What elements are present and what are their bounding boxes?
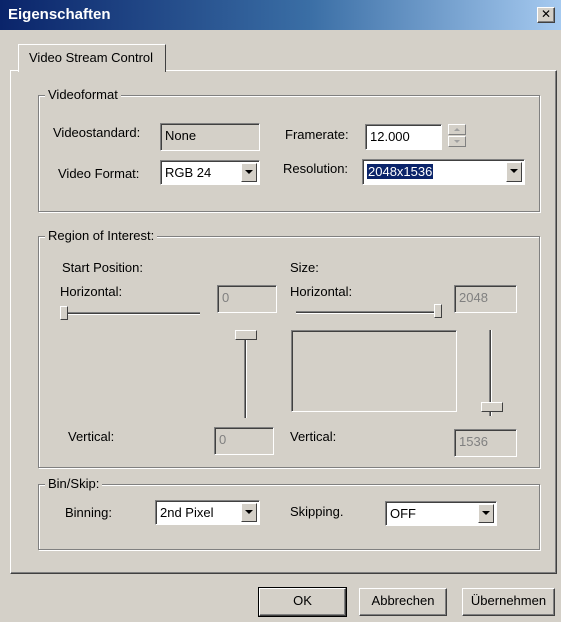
start-vertical-field: 0: [214, 427, 274, 455]
chevron-down-icon[interactable]: [506, 162, 522, 182]
ok-button[interactable]: OK: [258, 587, 347, 617]
size-vertical-field: 1536: [454, 429, 517, 457]
framerate-up-icon[interactable]: [448, 124, 466, 135]
chevron-down-icon[interactable]: [241, 163, 257, 182]
roi-legend: Region of Interest:: [45, 228, 158, 243]
resolution-select[interactable]: 2048x1536: [362, 159, 525, 185]
start-horizontal-field: 0: [217, 285, 277, 313]
size-horizontal-slider-track[interactable]: [296, 311, 438, 314]
start-vertical-label: Vertical:: [68, 429, 115, 444]
videoformat-group: [38, 95, 540, 212]
chevron-down-icon[interactable]: [478, 504, 494, 523]
close-button[interactable]: ✕: [537, 7, 555, 23]
binning-select[interactable]: 2nd Pixel: [155, 500, 260, 525]
framerate-down-icon[interactable]: [448, 136, 466, 147]
skipping-select[interactable]: OFF: [385, 501, 497, 526]
videostandard-label: Videostandard:: [53, 125, 141, 140]
size-label: Size:: [290, 260, 319, 275]
binning-label: Binning:: [65, 505, 112, 520]
videoformat-label: Video Format:: [58, 166, 140, 181]
video-format-select[interactable]: RGB 24: [160, 160, 260, 185]
roi-preview-box: [291, 330, 457, 412]
close-icon: ✕: [540, 7, 552, 21]
size-horizontal-field: 2048: [454, 285, 517, 313]
start-position-label: Start Position:: [62, 260, 143, 275]
start-horizontal-slider-track[interactable]: [60, 312, 200, 315]
window-title: Eigenschaften: [8, 6, 111, 23]
start-horizontal-slider-thumb[interactable]: [60, 306, 68, 320]
apply-button[interactable]: Übernehmen: [462, 588, 555, 616]
size-vertical-slider-thumb[interactable]: [481, 402, 503, 412]
chevron-down-icon[interactable]: [241, 503, 257, 522]
binskip-legend: Bin/Skip:: [45, 476, 103, 491]
start-vertical-slider-track[interactable]: [244, 338, 247, 418]
videostandard-field: None: [160, 123, 260, 151]
start-vertical-slider-thumb[interactable]: [235, 330, 257, 340]
size-vertical-label: Vertical:: [290, 429, 337, 444]
size-horizontal-label: Horizontal:: [290, 284, 353, 299]
resolution-label: Resolution:: [283, 161, 349, 176]
size-horizontal-slider-thumb[interactable]: [434, 304, 442, 318]
framerate-label: Framerate:: [285, 127, 349, 142]
tab-label: Video Stream Control: [29, 50, 154, 65]
skipping-label: Skipping.: [290, 504, 344, 519]
videoformat-legend: Videoformat: [45, 87, 121, 102]
title-bar: Eigenschaften ✕: [0, 0, 561, 30]
tab-video-stream-control[interactable]: Video Stream Control: [18, 44, 166, 72]
cancel-button[interactable]: Abbrechen: [359, 588, 447, 616]
start-horizontal-label: Horizontal:: [60, 284, 123, 299]
framerate-input[interactable]: 12.000: [365, 124, 442, 150]
